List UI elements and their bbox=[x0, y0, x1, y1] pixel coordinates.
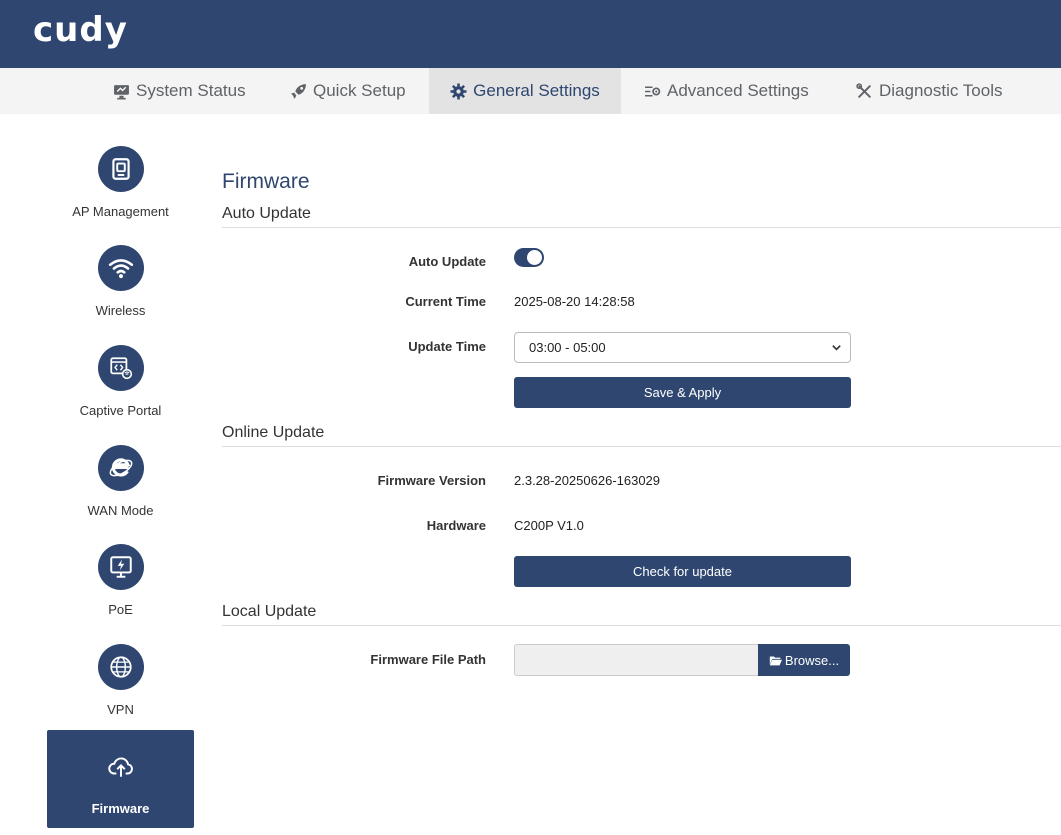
sidebar-item-captive-portal[interactable]: Captive Portal bbox=[47, 345, 194, 443]
sidebar-item-firmware[interactable]: Firmware bbox=[47, 730, 194, 828]
icon-circle bbox=[98, 744, 144, 790]
globe-icon bbox=[110, 656, 132, 678]
sidebar-item-label: Wireless bbox=[95, 303, 146, 318]
folder-open-icon bbox=[769, 655, 782, 665]
page-title: Firmware bbox=[222, 170, 310, 193]
sidebar-item-ap-management[interactable]: AP Management bbox=[47, 146, 194, 244]
sidebar-item-label: Firmware bbox=[91, 801, 150, 816]
hardware-label: Hardware bbox=[426, 518, 486, 533]
sidebar: AP Management Wireless Captive Portal WA… bbox=[0, 114, 240, 835]
sidebar-item-wan-mode[interactable]: WAN Mode bbox=[47, 445, 194, 543]
icon-circle bbox=[98, 445, 144, 491]
hardware-value: C200P V1.0 bbox=[514, 518, 584, 533]
firmware-file-path-label: Firmware File Path bbox=[370, 652, 486, 667]
current-time-label: Current Time bbox=[405, 294, 486, 309]
tools-icon bbox=[856, 82, 871, 98]
sidebar-item-label: WAN Mode bbox=[87, 503, 154, 518]
wifi-icon bbox=[108, 259, 134, 279]
divider bbox=[222, 625, 1061, 626]
poe-icon bbox=[110, 556, 132, 578]
save-apply-button[interactable]: Save & Apply bbox=[514, 377, 851, 408]
current-time-value: 2025-08-20 14:28:58 bbox=[514, 294, 635, 309]
auto-update-label: Auto Update bbox=[408, 254, 486, 269]
icon-circle bbox=[98, 544, 144, 590]
gear-icon bbox=[450, 83, 467, 99]
advanced-settings-icon bbox=[645, 86, 661, 96]
sidebar-item-label: PoE bbox=[108, 602, 133, 617]
nav-label: Advanced Settings bbox=[667, 81, 809, 100]
divider bbox=[222, 227, 1061, 228]
sidebar-item-label: Captive Portal bbox=[79, 403, 162, 418]
update-time-selected: 03:00 - 05:00 bbox=[529, 340, 606, 355]
sidebar-item-label: AP Management bbox=[72, 204, 169, 219]
chevron-down-icon bbox=[832, 345, 841, 351]
divider bbox=[222, 446, 1061, 447]
sidebar-item-wireless[interactable]: Wireless bbox=[47, 245, 194, 343]
sidebar-item-poe[interactable]: PoE bbox=[47, 544, 194, 642]
sidebar-item-label: VPN bbox=[107, 702, 134, 717]
firmware-version-value: 2.3.28-20250626-163029 bbox=[514, 473, 661, 488]
browse-label: Browse... bbox=[784, 652, 840, 668]
auto-update-toggle[interactable] bbox=[514, 248, 544, 267]
section-heading-online-update: Online Update bbox=[222, 424, 325, 441]
icon-circle bbox=[98, 345, 144, 391]
ap-device-icon bbox=[112, 158, 130, 180]
nav-label: Quick Setup bbox=[313, 81, 406, 100]
firmware-version-label: Firmware Version bbox=[377, 473, 486, 488]
captive-portal-icon bbox=[110, 357, 133, 380]
rocket-icon bbox=[291, 83, 306, 99]
nav-quick-setup[interactable]: Quick Setup bbox=[290, 68, 406, 114]
nav-advanced-settings[interactable]: Advanced Settings bbox=[644, 68, 809, 114]
check-update-button[interactable]: Check for update bbox=[514, 556, 851, 587]
cloud-upload-icon bbox=[108, 757, 133, 777]
firmware-file-path-input[interactable] bbox=[514, 644, 759, 676]
nav-diagnostic-tools[interactable]: Diagnostic Tools bbox=[856, 68, 1002, 114]
section-heading-auto-update: Auto Update bbox=[222, 205, 311, 222]
top-bar: cudy bbox=[0, 0, 1061, 68]
update-time-label: Update Time bbox=[408, 339, 486, 354]
nav-label: System Status bbox=[136, 81, 246, 100]
monitor-icon bbox=[114, 84, 129, 99]
icon-circle bbox=[98, 644, 144, 690]
cudy-logo[interactable]: cudy bbox=[33, 10, 128, 50]
nav-label: Diagnostic Tools bbox=[879, 81, 1003, 100]
icon-circle bbox=[98, 245, 144, 291]
icon-circle bbox=[98, 146, 144, 192]
browse-button[interactable]: Browse... bbox=[758, 644, 850, 676]
main-nav: System Status Quick Setup General Settin… bbox=[0, 68, 1061, 114]
update-time-select[interactable]: 03:00 - 05:00 bbox=[514, 332, 851, 363]
nav-label: General Settings bbox=[473, 81, 600, 100]
wan-mode-icon bbox=[109, 458, 133, 477]
section-heading-local-update: Local Update bbox=[222, 603, 317, 620]
sidebar-item-vpn[interactable]: VPN bbox=[47, 644, 194, 742]
toggle-knob bbox=[527, 250, 542, 265]
nav-general-settings[interactable]: General Settings bbox=[429, 68, 621, 114]
nav-system-status[interactable]: System Status bbox=[113, 68, 246, 114]
